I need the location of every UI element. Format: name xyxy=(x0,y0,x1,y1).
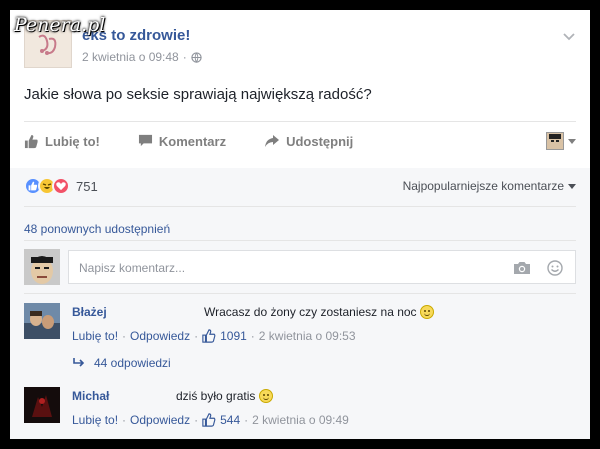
divider xyxy=(24,206,576,207)
chevron-down-icon xyxy=(568,138,576,144)
user-photo-icon xyxy=(24,387,60,423)
watermark: Penera.pl xyxy=(14,14,106,36)
comment-like-link[interactable]: Lubię to! xyxy=(72,329,118,343)
post-timestamp[interactable]: 2 kwietnia o 09:48 xyxy=(82,50,179,64)
camera-icon[interactable] xyxy=(513,261,531,275)
comment-input[interactable]: Napisz komentarz... xyxy=(79,261,185,275)
comment-text-content: Wracasz do żony czy zostaniesz na noc xyxy=(204,305,417,319)
share-label: Udostępnij xyxy=(286,133,354,149)
divider xyxy=(24,240,576,241)
smiley-emoji-icon xyxy=(258,389,273,403)
divider xyxy=(24,121,576,122)
comment-author[interactable]: Michał xyxy=(72,389,109,403)
globe-icon xyxy=(191,51,202,63)
comment-like-count[interactable]: 1091 xyxy=(220,329,247,343)
comment-label: Komentarz xyxy=(158,133,227,149)
love-reaction-icon xyxy=(52,177,70,195)
share-arrow-icon xyxy=(265,135,280,147)
reply-arrow-icon xyxy=(73,358,85,367)
user-face-icon xyxy=(24,249,60,285)
chevron-down-icon xyxy=(568,183,576,189)
facebook-post-frame: Penera.pl eks to zdrowie! 2 kwietnia o 0… xyxy=(10,10,590,439)
post-text: Jakie słowa po seksie sprawiają najwięks… xyxy=(24,86,372,103)
emoji-icon[interactable] xyxy=(547,260,563,276)
comment-like-link[interactable]: Lubię to! xyxy=(72,413,118,427)
thumbs-up-icon xyxy=(24,134,38,148)
reactions-summary[interactable]: 751 xyxy=(24,177,98,195)
thumbs-up-outline-icon xyxy=(202,413,216,427)
reactions-count: 751 xyxy=(76,178,98,194)
comment-sort-label: Najpopularniejsze komentarze xyxy=(402,179,564,193)
comment-avatar[interactable] xyxy=(24,387,60,423)
comment-sort-dropdown[interactable]: Najpopularniejsze komentarze xyxy=(403,179,576,193)
divider xyxy=(24,293,576,294)
comment-reply-link[interactable]: Odpowiedz xyxy=(130,413,190,427)
post-options-chevron-icon[interactable] xyxy=(562,30,576,44)
comment-meta: Lubię to! · Odpowiedz · 544 · 2 kwietnia… xyxy=(72,413,349,427)
like-button[interactable]: Lubię to! xyxy=(24,134,100,149)
comment-composer[interactable]: Napisz komentarz... xyxy=(68,250,576,284)
comment-like-count[interactable]: 544 xyxy=(220,413,240,427)
comment-avatar[interactable] xyxy=(24,303,60,339)
viewer-face-icon xyxy=(547,133,563,149)
comment-timestamp[interactable]: 2 kwietnia o 09:53 xyxy=(259,329,356,343)
post-meta: 2 kwietnia o 09:48 · xyxy=(82,50,202,64)
like-label: Lubię to! xyxy=(45,133,100,149)
comment-text: Wracasz do żony czy zostaniesz na noc xyxy=(204,305,434,319)
post-actions-bar: Lubię to! Komentarz Udostępnij xyxy=(24,128,576,154)
post-as-selector[interactable] xyxy=(546,132,576,150)
replies-count: 44 odpowiedzi xyxy=(94,356,171,370)
comment-reply-link[interactable]: Odpowiedz xyxy=(130,329,190,343)
shares-link[interactable]: 48 ponownych udostępnień xyxy=(24,222,170,236)
comment-author[interactable]: Błażej xyxy=(72,305,107,319)
view-replies-link[interactable]: 44 odpowiedzi xyxy=(72,356,171,370)
user-photo-icon xyxy=(24,303,60,339)
share-button[interactable]: Udostępnij xyxy=(264,134,353,149)
composer-avatar xyxy=(24,249,60,285)
comment-bubble-icon xyxy=(138,134,152,147)
post-header: eks to zdrowie! 2 kwietnia o 09:48 · xyxy=(24,18,576,70)
smiley-emoji-icon xyxy=(419,305,434,319)
comment-timestamp[interactable]: 2 kwietnia o 09:49 xyxy=(252,413,349,427)
comment-text-content: dziś było gratis xyxy=(176,389,256,403)
comment-meta: Lubię to! · Odpowiedz · 1091 · 2 kwietni… xyxy=(72,329,356,343)
comment-text: dziś było gratis xyxy=(176,389,273,403)
viewer-avatar xyxy=(546,132,564,150)
comment-button[interactable]: Komentarz xyxy=(138,134,226,149)
thumbs-up-outline-icon xyxy=(202,329,216,343)
